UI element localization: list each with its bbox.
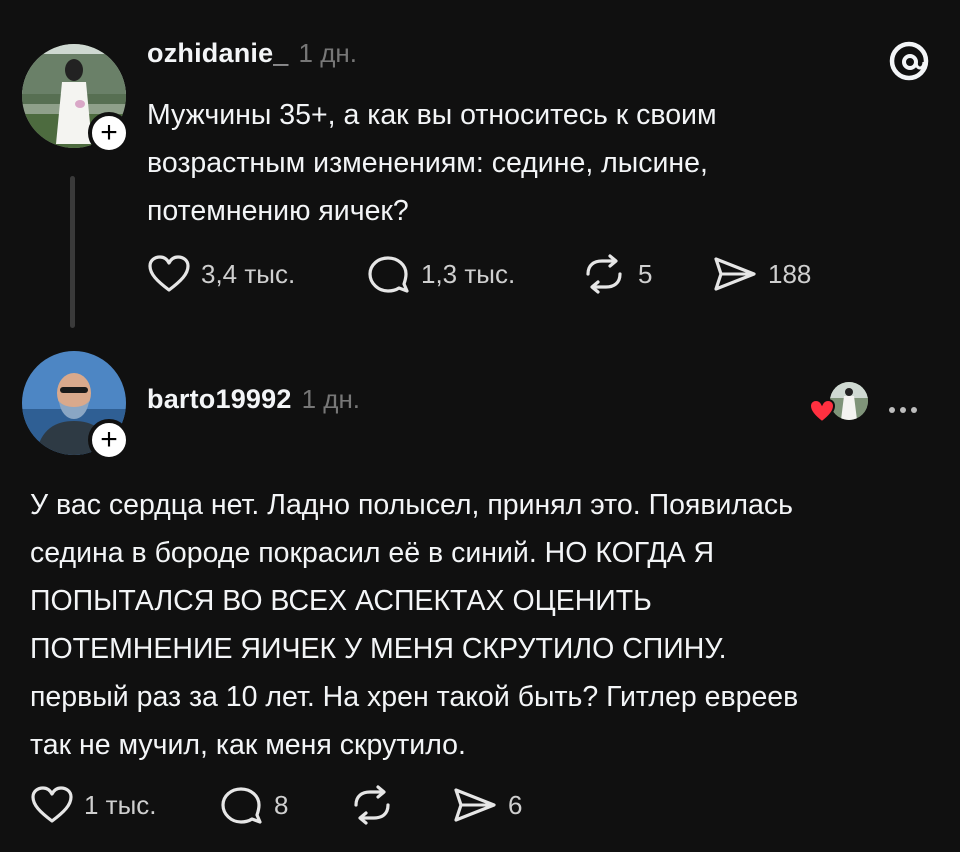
- repost-button[interactable]: [348, 785, 406, 825]
- send-icon: [714, 257, 756, 291]
- post-time: 1 дн.: [298, 38, 357, 68]
- comment-bubble-icon: [368, 256, 409, 293]
- reply-button[interactable]: 1,3 тыс.: [367, 254, 515, 294]
- like-count: 1 тыс.: [84, 789, 157, 820]
- follow-plus-button[interactable]: +: [88, 419, 130, 461]
- post-username[interactable]: barto19992: [147, 384, 292, 415]
- text-line: У вас сердца нет. Ладно полысел, принял …: [30, 489, 794, 521]
- post-text: У вас сердца нет. Ладно полысел, принял …: [30, 481, 940, 769]
- like-count: 3,4 тыс.: [201, 258, 296, 289]
- repost-count: 5: [638, 258, 653, 289]
- reply-button[interactable]: 8: [220, 785, 288, 825]
- text-line: возрастным изменениям: седине, лысине,: [147, 147, 708, 179]
- share-button[interactable]: 6: [452, 785, 522, 825]
- share-count: 6: [508, 789, 523, 820]
- repost-icon: [354, 785, 390, 825]
- heart-icon: [31, 786, 73, 823]
- text-line: потемнению яичек?: [147, 195, 409, 227]
- follow-plus-button[interactable]: +: [88, 112, 130, 154]
- threads-logo-icon[interactable]: [888, 40, 930, 87]
- reply-count: 1,3 тыс.: [421, 258, 516, 289]
- text-line: ПОПЫТАЛСЯ ВО ВСЕХ АСПЕКТАХ ОЦЕНИТЬ: [30, 585, 652, 617]
- share-button[interactable]: 188: [712, 254, 811, 294]
- text-line: так не мучил, как меня скрутило.: [30, 729, 466, 761]
- text-line: седина в бороде покрасил её в синий. НО …: [30, 537, 715, 569]
- post-time: 1 дн.: [301, 384, 361, 414]
- more-dots-icon[interactable]: [889, 400, 922, 418]
- send-icon: [454, 788, 496, 822]
- repost-icon: [586, 254, 622, 294]
- share-count: 188: [768, 258, 812, 289]
- text-line: Мужчины 35+, а как вы относитесь к своим: [147, 99, 717, 131]
- reply-count: 8: [274, 789, 289, 820]
- heart-icon: [148, 255, 190, 292]
- text-line: ПОТЕМНЕНИЕ ЯИЧЕК У МЕНЯ СКРУТИЛО СПИНУ.: [30, 633, 727, 665]
- text-line: первый раз за 10 лет. На хрен такой быть…: [30, 681, 799, 713]
- post-text: Мужчины 35+, а как вы относитесь к своим…: [147, 91, 907, 235]
- comment-bubble-icon: [221, 787, 262, 824]
- like-button[interactable]: 3,4 тыс.: [147, 254, 295, 294]
- post-username[interactable]: ozhidanie_: [147, 38, 289, 69]
- thread-line: [70, 176, 75, 328]
- author-liked-indicator: [808, 382, 868, 424]
- like-button[interactable]: 1 тыс.: [30, 785, 157, 825]
- liked-heart-icon: [808, 398, 836, 429]
- post-actions: 1 тыс. 8 6: [30, 785, 550, 825]
- repost-button[interactable]: 5: [580, 254, 652, 294]
- post-actions: 3,4 тыс. 1,3 тыс. 5 188: [147, 254, 847, 294]
